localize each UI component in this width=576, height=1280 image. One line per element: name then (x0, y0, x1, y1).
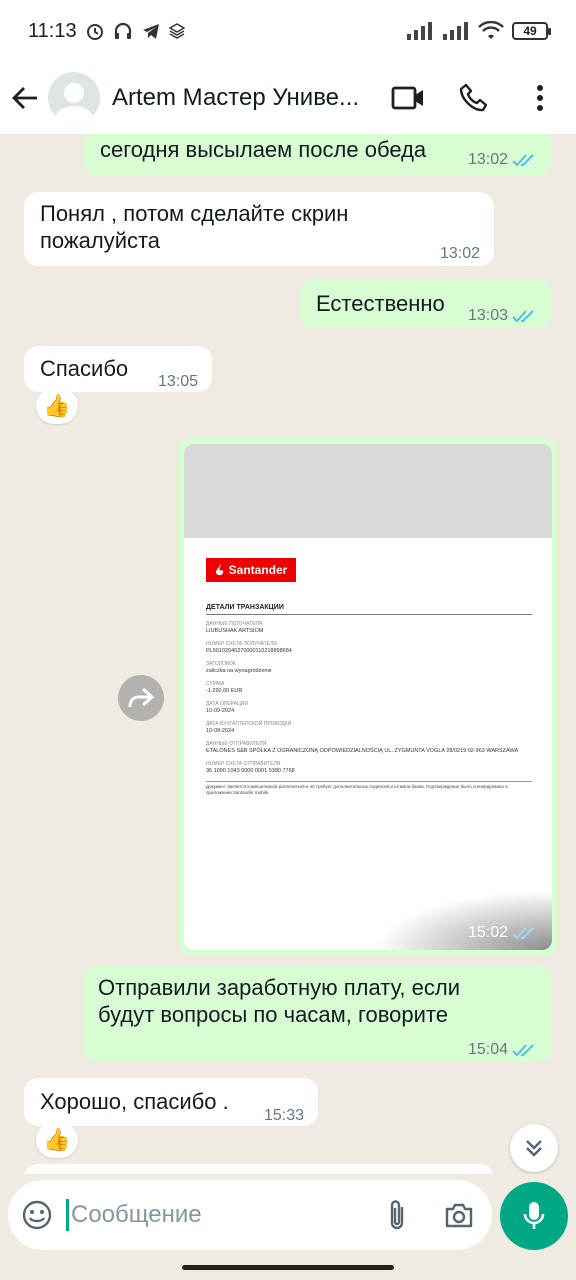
message-text: Отправили заработную плату, если будут в… (98, 975, 460, 1027)
status-bar: 11:13 49 (0, 0, 576, 62)
message-incoming[interactable]: Хорошо, спасибо . 15:33 (24, 1078, 318, 1126)
doc-title: ДЕТАЛИ ТРАНЗАКЦИИ (206, 604, 532, 615)
image-message[interactable]: Santander ДЕТАЛИ ТРАНЗАКЦИИ ДАННЫЕ ПОЛУЧ… (178, 438, 558, 956)
message-outgoing[interactable]: Естественно 13:03 (300, 280, 552, 328)
message-time: 13:03 (468, 302, 538, 329)
more-vert-icon (537, 85, 543, 111)
doc-row: СУММА -1 290,00 EUR (206, 681, 243, 694)
layers-icon (168, 23, 185, 39)
voice-call-button[interactable] (456, 80, 492, 116)
message-incoming[interactable]: Понял , потом сделайте скрин пожалуйста … (24, 192, 494, 266)
voice-message-button[interactable] (500, 1182, 568, 1250)
doc-row: НОМЕР СЧЕТА ПОЛУЧАТЕЛЯ PL6010204027000011… (206, 641, 292, 654)
santander-logo: Santander (206, 558, 296, 582)
message-input[interactable]: Сообщение (66, 1199, 386, 1231)
status-time: 11:13 (28, 19, 77, 42)
flame-icon (215, 564, 223, 576)
message-text: Спасибо (40, 356, 129, 381)
message-time: 15:04 (468, 1036, 538, 1063)
message-time: 13:02 (439, 245, 480, 262)
message-outgoing[interactable]: сегодня высылаем после обеда 13:02 (84, 134, 552, 176)
avatar[interactable] (48, 72, 100, 124)
doc-row: НОМЕР СЧЕТА ОТПРАВИТЕЛЯ 36 1090 1043 0000… (206, 761, 295, 774)
doc-row: ДАТА ОПЕРАЦИИ 10-09-2024 (206, 701, 248, 714)
message-time: 13:05 (157, 373, 198, 390)
double-check-icon (512, 927, 534, 940)
doc-row: ДАННЫЕ ОТПРАВИТЕЛЯ ETALONES S&B SPÓŁKA Z … (206, 741, 519, 754)
wifi-icon (478, 21, 504, 39)
doc-footer: Документ является компьютерной распечатк… (206, 781, 532, 796)
reaction-badge[interactable]: 👍 (36, 388, 78, 424)
double-check-icon (512, 153, 534, 166)
home-indicator[interactable] (182, 1265, 394, 1270)
message-outgoing[interactable]: Отправили заработную плату, если будут в… (84, 966, 552, 1062)
battery-indicator: 49 (512, 22, 551, 40)
video-call-button[interactable] (390, 80, 426, 116)
doc-row: ЗАГОЛОВОК zaliczka na wynagrodzenie (206, 661, 272, 674)
receipt-image[interactable]: Santander ДЕТАЛИ ТРАНЗАКЦИИ ДАННЫЕ ПОЛУЧ… (184, 444, 552, 950)
emoji-icon[interactable] (22, 1200, 52, 1230)
message-input-bar: Сообщение (8, 1180, 492, 1250)
contact-name[interactable]: Artem Мастер Униве... (112, 84, 374, 112)
headphones-icon (114, 22, 131, 39)
reaction-badge[interactable]: 👍 (36, 1122, 78, 1158)
message-time: 15:02 (468, 924, 538, 942)
message-text: сегодня высылаем после обеда (100, 137, 427, 162)
forward-icon (128, 687, 155, 708)
message-text: Естественно (316, 291, 445, 316)
signal-icon (407, 22, 432, 40)
message-time: 13:02 (468, 146, 538, 173)
chat-area[interactable]: сегодня высылаем после обеда 13:02 Понял… (0, 134, 576, 1174)
double-check-icon (512, 1043, 534, 1056)
camera-icon[interactable] (444, 1202, 474, 1228)
telegram-icon (142, 24, 159, 39)
video-camera-icon (391, 86, 423, 110)
arrow-left-icon (12, 87, 37, 109)
forward-button[interactable] (118, 675, 164, 721)
back-button[interactable] (10, 78, 40, 118)
chat-header: Artem Мастер Униве... (0, 62, 576, 134)
partial-message (24, 1164, 494, 1174)
scroll-to-bottom-button[interactable] (510, 1124, 558, 1172)
double-check-icon (512, 309, 534, 322)
message-incoming[interactable]: Спасибо 13:05 (24, 346, 212, 392)
double-chevron-down-icon (526, 1140, 542, 1157)
message-text: Понял , потом сделайте скрин пожалуйста (40, 201, 349, 253)
doc-row: ДАТА БУХГАЛТЕРСКОЙ ПРОВОДКИ 10-09-2024 (206, 721, 292, 734)
signal-icon-2 (443, 22, 468, 40)
phone-icon (459, 83, 488, 112)
message-time: 15:33 (263, 1107, 304, 1124)
doc-row: ДАННЫЕ ПОЛУЧАТЕЛЯ LIUBUSHAK ARTSIOM (206, 621, 264, 634)
message-text: Хорошо, спасибо . (40, 1089, 229, 1114)
alarm-icon (86, 24, 103, 40)
attach-icon[interactable] (386, 1199, 408, 1231)
mic-icon (523, 1202, 545, 1229)
more-options-button[interactable] (522, 80, 558, 116)
